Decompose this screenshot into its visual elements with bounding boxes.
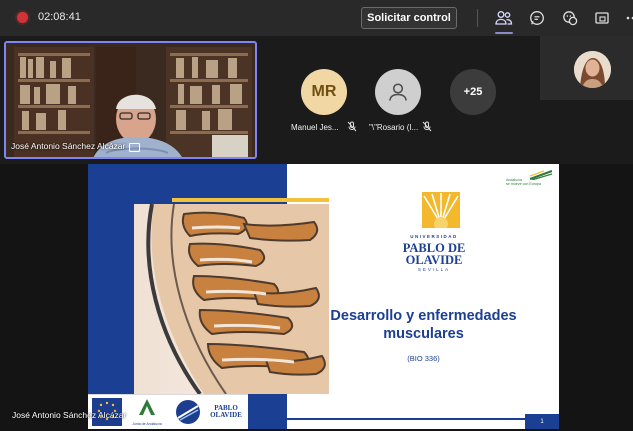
slide-accent-bar <box>172 198 329 202</box>
slide-course-code: (BIO 336) <box>407 354 440 363</box>
junta-logo-text: Junta de Andalucía <box>132 422 162 426</box>
share-icon[interactable] <box>592 8 612 28</box>
mic-off-icon <box>347 121 357 132</box>
university-city: SEVILLA <box>417 267 451 272</box>
university-name-line2: OLAVIDE <box>405 253 463 267</box>
active-speaker-name: José Antonio Sánchez Alcázar <box>11 141 126 151</box>
chat-icon[interactable] <box>527 8 547 28</box>
junta-arch-icon <box>139 399 155 415</box>
upo-wordmark-line2: OLAVIDE <box>210 411 242 419</box>
slide-page-number: 1 <box>525 414 559 429</box>
participant-initials: MR <box>311 83 337 100</box>
screen-share-icon <box>129 143 140 152</box>
slide-title-line1: Desarrollo y enfermedades <box>330 308 517 324</box>
regional-logo-line2: se mueve con Europa <box>506 182 541 186</box>
people-icon[interactable] <box>494 8 514 34</box>
slide-footer-line <box>287 418 559 420</box>
mic-off-icon <box>422 121 432 132</box>
presenter-name: José Antonio Sánchez Alcázar <box>12 410 127 420</box>
junta-andalucia-logo: Junta de Andalucía <box>128 398 166 426</box>
recording-indicator-icon <box>17 12 28 23</box>
meeting-timer: 02:08:41 <box>38 11 81 23</box>
participant-avatar-rosario[interactable] <box>375 69 421 115</box>
upo-seal-icon <box>176 400 200 424</box>
request-control-button[interactable]: Solicitar control <box>361 7 457 29</box>
toolbar-divider <box>477 9 478 27</box>
active-speaker-video[interactable]: José Antonio Sánchez Alcázar <box>4 41 257 159</box>
upo-wordmark-logo: PABLO OLAVIDE <box>206 398 246 426</box>
regional-logo-text: Andalucía se mueve con Europa <box>506 178 541 186</box>
university-name: PABLO DE OLAVIDE <box>384 242 484 267</box>
self-photo <box>574 51 611 88</box>
presentation-slide: Andalucía se mueve con Europa UNIVERSIDA… <box>88 164 559 429</box>
more-participants-count: +25 <box>463 86 483 98</box>
slide-title-line2: musculares <box>383 326 464 342</box>
self-avatar <box>574 51 611 88</box>
university-label: UNIVERSIDAD <box>410 234 458 239</box>
slide-title: Desarrollo y enfermedades musculares <box>288 307 559 343</box>
participant-avatar-mr[interactable]: MR <box>301 69 347 115</box>
university-sunburst-logo <box>422 192 460 228</box>
muscle-illustration <box>134 204 329 394</box>
more-icon[interactable] <box>622 8 633 28</box>
upo-round-logo <box>174 398 202 426</box>
meeting-top-bar: 02:08:41 Solicitar control <box>0 0 633 36</box>
more-participants-button[interactable]: +25 <box>450 69 496 115</box>
reactions-icon[interactable] <box>560 8 580 28</box>
participant-name: Manuel Jes... <box>291 123 339 132</box>
person-icon <box>389 83 407 101</box>
participant-name: "\"Rosario (I... <box>369 123 419 132</box>
